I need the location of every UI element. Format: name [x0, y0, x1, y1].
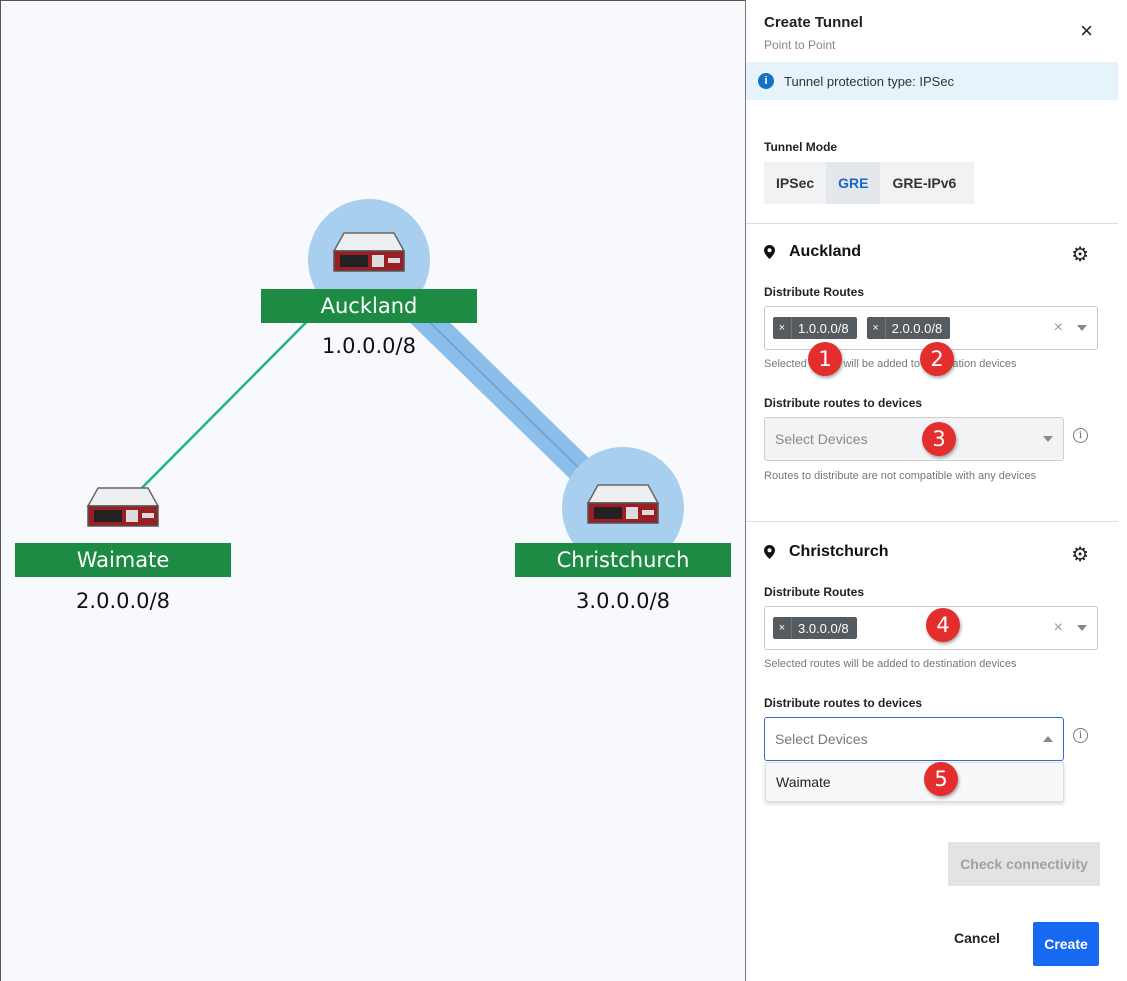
chevron-down-icon[interactable] [1077, 625, 1087, 631]
create-button[interactable]: Create [1033, 922, 1099, 966]
router-icon[interactable] [332, 231, 406, 273]
tunnel-mode-label: Tunnel Mode [764, 140, 838, 154]
devices-dropdown-menu: Waimate [765, 762, 1064, 802]
location-pin-icon [764, 545, 775, 559]
node-label-waimate: Waimate [15, 543, 231, 577]
info-banner: i Tunnel protection type: IPSec [746, 62, 1118, 100]
router-icon[interactable] [86, 486, 160, 528]
gear-icon[interactable]: ⚙ [1071, 542, 1089, 567]
location-pin-icon [764, 245, 775, 259]
mode-gre-ipv6-button[interactable]: GRE-IPv6 [880, 162, 968, 204]
node-subnet-waimate: 2.0.0.0/8 [76, 589, 170, 613]
distribute-devices-label: Distribute routes to devices [764, 696, 923, 710]
select-devices-placeholder: Select Devices [775, 731, 868, 747]
tunnel-mode-toggle: IPSec GRE GRE-IPv6 [764, 162, 974, 204]
callout-marker: 5 [924, 762, 958, 796]
gear-icon[interactable]: ⚙ [1071, 242, 1089, 267]
mode-gre-button[interactable]: GRE [826, 162, 881, 204]
site-name: Christchurch [789, 543, 889, 560]
distribute-routes-label: Distribute Routes [764, 585, 865, 599]
route-chip-value: 2.0.0.0/8 [884, 317, 951, 339]
callout-marker: 2 [920, 342, 954, 376]
divider [746, 223, 1118, 224]
info-outline-icon[interactable]: i [1073, 428, 1088, 443]
panel-title: Create Tunnel [764, 14, 863, 31]
clear-icon[interactable]: × [1054, 619, 1063, 637]
route-chip-value: 1.0.0.0/8 [791, 317, 857, 339]
routes-help-text: Selected routes will be added to destina… [764, 358, 1017, 370]
close-icon[interactable]: × [1080, 20, 1093, 42]
remove-chip-icon[interactable]: × [867, 322, 885, 334]
site-name: Auckland [789, 243, 862, 260]
route-chip: × 3.0.0.0/8 [773, 617, 857, 639]
chevron-down-icon[interactable] [1077, 325, 1087, 331]
node-subnet-christchurch: 3.0.0.0/8 [576, 589, 670, 613]
check-connectivity-button[interactable]: Check connectivity [948, 842, 1100, 886]
select-devices-placeholder: Select Devices [775, 431, 868, 447]
info-icon: i [758, 73, 774, 89]
distribute-devices-label: Distribute routes to devices [764, 396, 923, 410]
node-label-christchurch: Christchurch [515, 543, 731, 577]
site-header-christchurch: Christchurch [764, 543, 889, 561]
router-icon[interactable] [586, 483, 660, 525]
divider [746, 521, 1118, 522]
cancel-button[interactable]: Cancel [954, 930, 1000, 946]
clear-icon[interactable]: × [1054, 319, 1063, 337]
callout-marker: 3 [922, 422, 956, 456]
route-chip: × 2.0.0.0/8 [866, 317, 951, 339]
distribute-routes-label: Distribute Routes [764, 285, 865, 299]
node-label-auckland: Auckland [261, 289, 477, 323]
info-outline-icon[interactable]: i [1073, 728, 1088, 743]
node-subnet-auckland: 1.0.0.0/8 [322, 334, 416, 358]
callout-marker: 1 [808, 342, 842, 376]
remove-chip-icon[interactable]: × [773, 622, 791, 634]
callout-marker: 4 [926, 608, 960, 642]
select-devices-dropdown[interactable]: Select Devices [764, 717, 1064, 761]
site-header-auckland: Auckland [764, 243, 861, 261]
mode-ipsec-button[interactable]: IPSec [764, 162, 826, 204]
routes-help-text: Selected routes will be added to destina… [764, 658, 1017, 670]
device-option[interactable]: Waimate [766, 763, 1063, 801]
info-banner-text: Tunnel protection type: IPSec [784, 73, 955, 89]
chevron-down-icon [1043, 436, 1053, 442]
select-devices-dropdown: Select Devices [764, 417, 1064, 461]
remove-chip-icon[interactable]: × [773, 322, 791, 334]
route-chip: × 1.0.0.0/8 [773, 317, 857, 339]
topology-canvas[interactable]: Auckland 1.0.0.0/8 Waimate 2.0.0.0/8 Chr… [0, 0, 745, 981]
devices-help-text: Routes to distribute are not compatible … [764, 470, 1037, 482]
panel-subtitle: Point to Point [764, 38, 836, 52]
chevron-up-icon[interactable] [1043, 736, 1053, 742]
create-tunnel-panel: Create Tunnel Point to Point × i Tunnel … [745, 0, 1127, 981]
route-chip-value: 3.0.0.0/8 [791, 617, 857, 639]
